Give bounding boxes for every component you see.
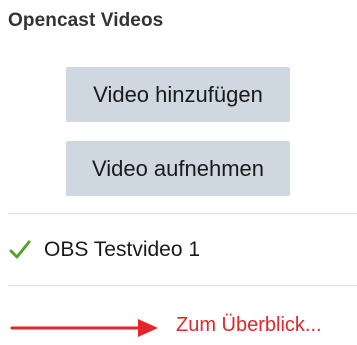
checkmark-icon <box>9 240 31 259</box>
video-title[interactable]: OBS Testvideo 1 <box>44 238 200 262</box>
divider <box>8 213 357 214</box>
panel-title: Opencast Videos <box>8 10 164 31</box>
overview-link[interactable]: Zum Überblick... <box>176 314 322 337</box>
add-video-button[interactable]: Video hinzufügen <box>66 67 290 122</box>
right-arrow-icon <box>10 319 158 337</box>
divider <box>8 285 357 286</box>
record-video-button[interactable]: Video aufnehmen <box>66 141 290 196</box>
video-list-item[interactable]: OBS Testvideo 1 <box>8 232 200 268</box>
